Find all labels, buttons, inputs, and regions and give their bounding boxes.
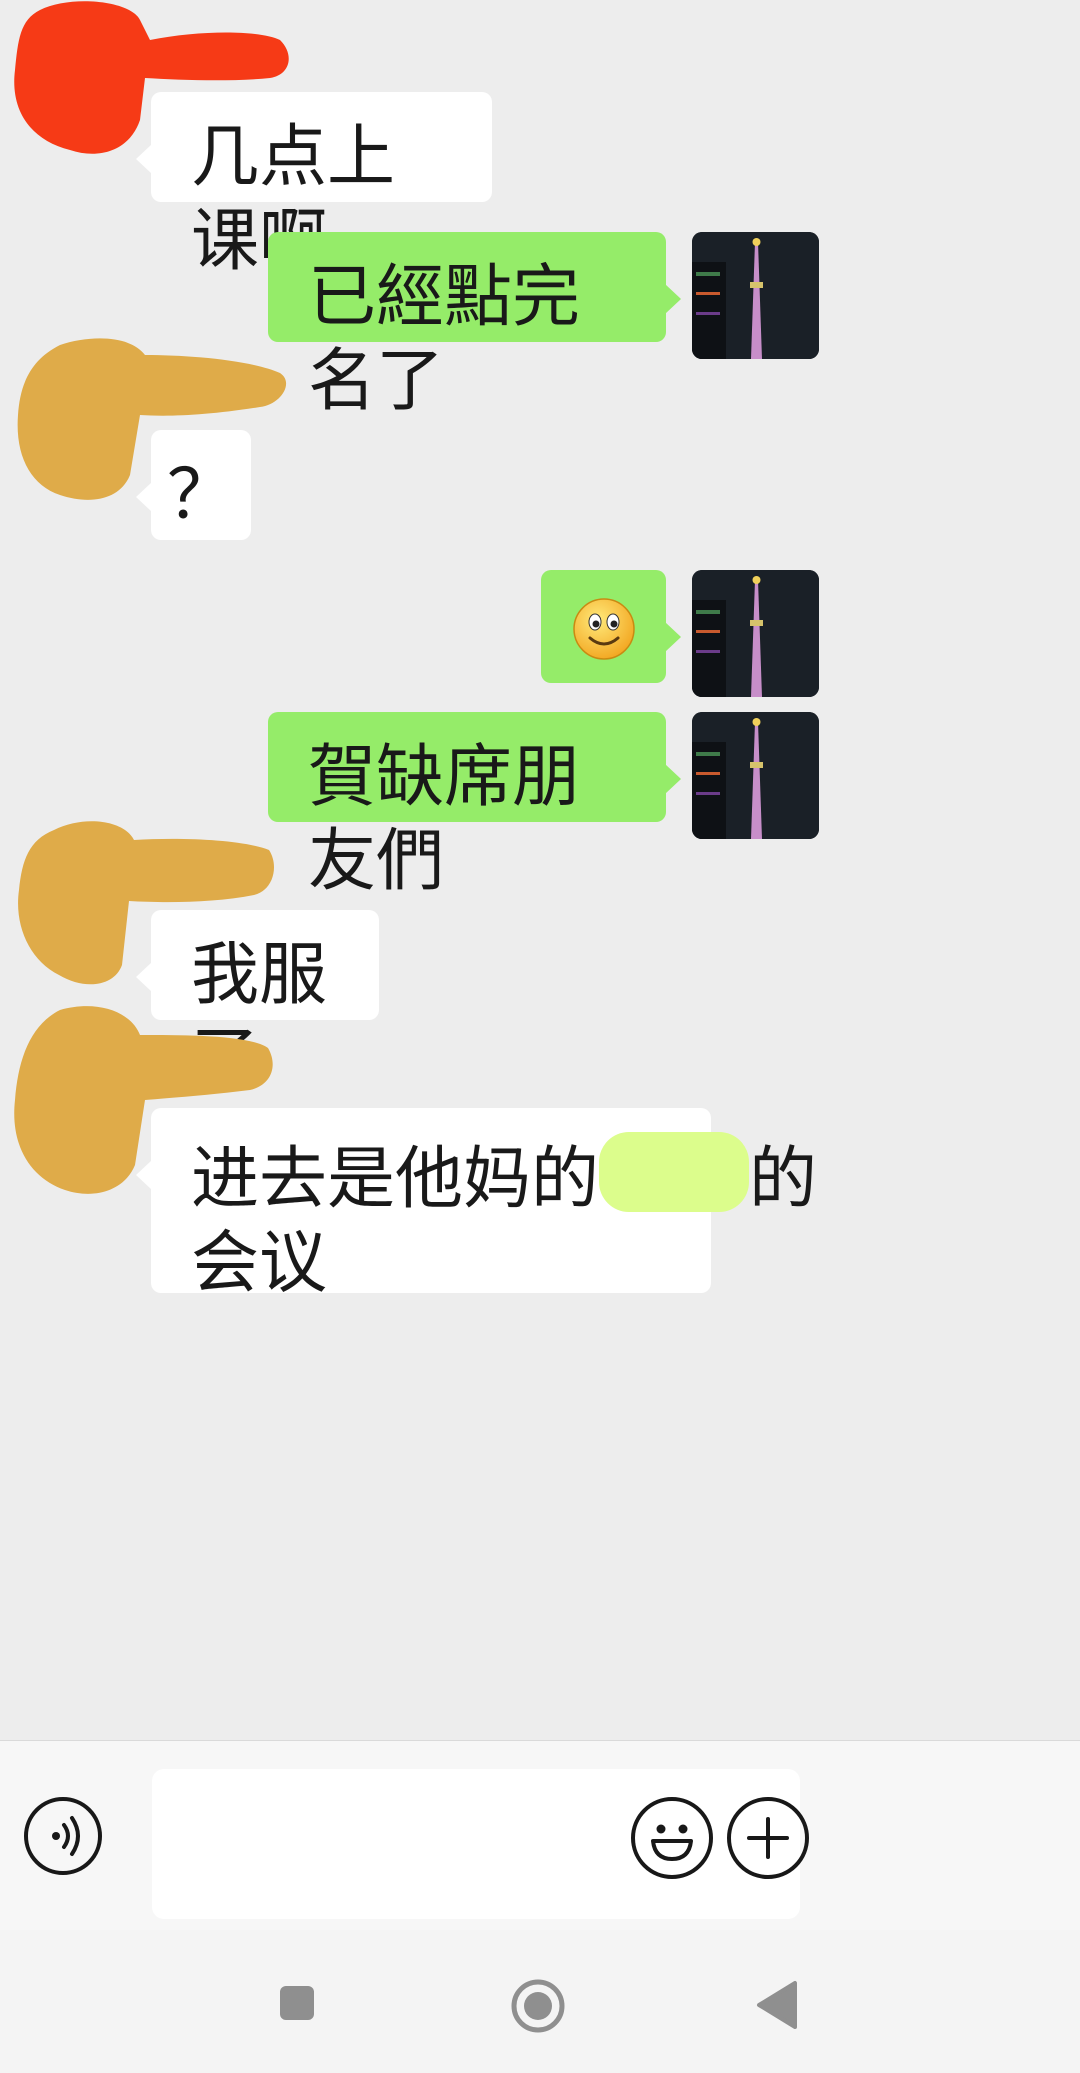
smiley-emoji-icon	[572, 598, 635, 660]
message-text: 进去是他妈的	[191, 1140, 600, 1219]
input-bar	[0, 1740, 1080, 1931]
plus-icon	[747, 1817, 789, 1859]
message-text: 的	[749, 1140, 818, 1219]
voice-icon	[52, 1816, 80, 1856]
voice-button[interactable]	[24, 1797, 102, 1875]
outgoing-message[interactable]: 已經點完名了	[268, 232, 681, 421]
message-line: 进去是他妈的 的	[191, 1132, 817, 1222]
self-avatar[interactable]	[692, 712, 819, 839]
incoming-message[interactable]: ？	[136, 430, 251, 540]
emoji-icon	[651, 1824, 693, 1861]
outgoing-message[interactable]: 賀缺席朋友們	[268, 712, 681, 901]
home-circle-icon[interactable]	[510, 1978, 566, 2034]
incoming-message[interactable]: 进去是他妈的 的 会议	[136, 1108, 817, 1303]
message-text: 賀缺席朋友們	[308, 738, 581, 901]
self-avatar[interactable]	[692, 570, 819, 697]
back-triangle-icon[interactable]	[755, 1980, 799, 2030]
recents-square-icon[interactable]	[280, 1986, 314, 2020]
plus-button[interactable]	[727, 1797, 809, 1879]
chat-area: 几点上课啊 已經點完名了 ？ 賀缺席朋友們 我服 进去是他妈的 的 会议	[0, 0, 1080, 1740]
emoji-button[interactable]	[631, 1797, 713, 1879]
redaction-mark	[599, 1132, 750, 1212]
system-navigation-bar	[0, 1930, 1080, 2073]
message-text: 已經點完名了	[308, 258, 581, 421]
message-line: 会议	[191, 1224, 328, 1303]
message-text: ？	[166, 456, 235, 535]
self-avatar[interactable]	[692, 232, 819, 359]
outgoing-emoji-message[interactable]	[541, 570, 681, 683]
incoming-message[interactable]: 几点上课啊	[136, 92, 492, 281]
